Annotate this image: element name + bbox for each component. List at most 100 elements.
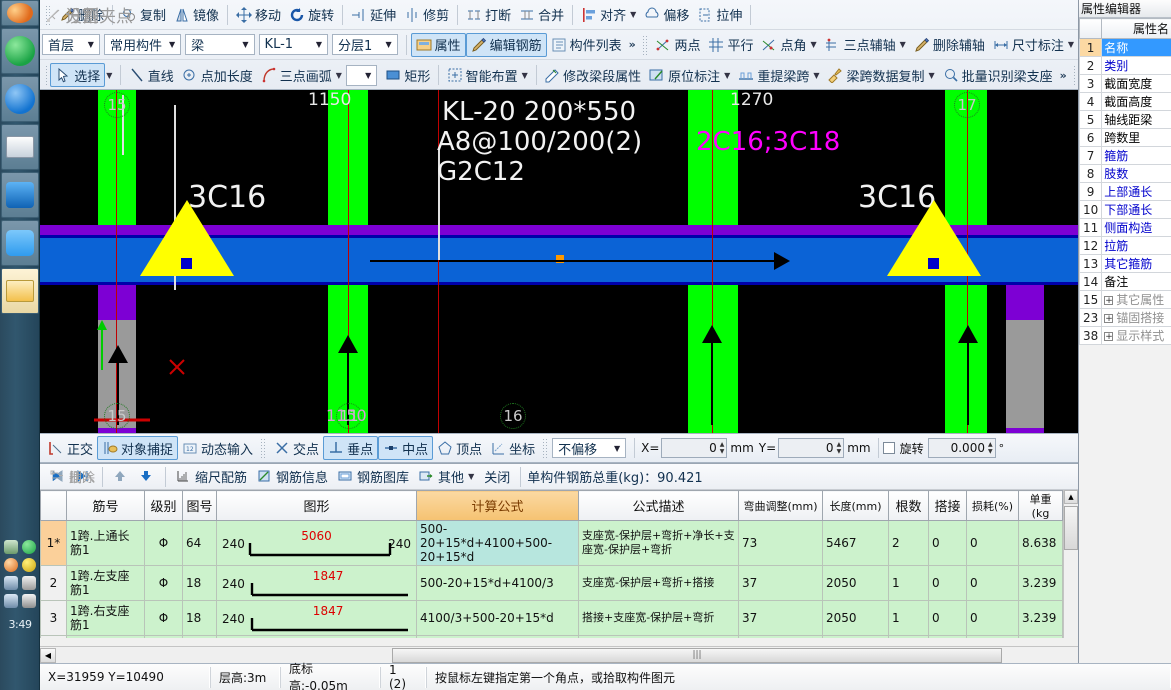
draw-empty-select[interactable]: ▼ <box>345 64 378 86</box>
tool-in-place-notation[interactable]: 原位标注 ▼ <box>645 63 734 87</box>
x-offset-input[interactable]: 0 ▲ ▼ <box>661 438 728 458</box>
table-row[interactable]: 2 1跨.左支座筋1 Φ 18 240 1847 500-20+15*d+410… <box>40 565 1063 601</box>
table-horizontal-scrollbar[interactable]: ◀ ||| <box>40 646 1078 663</box>
tool-edit-beam-segment[interactable]: 修改梁段属性 <box>540 63 645 87</box>
rebar-grade[interactable]: Φ <box>144 635 183 638</box>
rebar-grade[interactable]: Φ <box>144 565 183 601</box>
property-row[interactable]: 12 拉筋 <box>1078 236 1171 255</box>
property-name[interactable]: 截面宽度 <box>1101 74 1171 93</box>
rebar-formula[interactable]: 15*d+4100+15*d <box>416 635 579 638</box>
delete-row-button[interactable]: 删除 <box>46 466 99 488</box>
tool-smart-layout[interactable]: 智能布置 ▼ <box>443 63 532 87</box>
rebar-shape[interactable]: 4460 <box>216 635 417 638</box>
rebar-fignum[interactable]: 18 <box>182 600 217 636</box>
expand-plus-icon[interactable]: + <box>1104 296 1114 306</box>
col-shape[interactable]: 图形 <box>216 490 417 521</box>
property-name[interactable]: 备注 <box>1101 272 1171 291</box>
rebar-lap[interactable]: 0 <box>928 635 967 638</box>
tool-move[interactable]: 移动 <box>232 3 285 27</box>
toolbar-grip[interactable] <box>641 34 649 55</box>
scaled-rebar-button[interactable]: 缩尺配筋 <box>172 466 251 488</box>
property-row[interactable]: 10 下部通长 <box>1078 200 1171 219</box>
table-row[interactable]: 1* 1跨.上通长筋1 Φ 64 240 5060 240 500-20+15*… <box>40 520 1063 566</box>
rebar-length[interactable]: 5467 <box>822 520 889 566</box>
rebar-count[interactable]: 2 <box>888 635 929 638</box>
chevron-down-icon[interactable]: ▼ <box>382 40 394 49</box>
rebar-desc[interactable]: 搭接+支座宽-保护层+弯折 <box>578 600 739 636</box>
row-number[interactable]: 2 <box>40 565 67 601</box>
rebar-unitw[interactable]: 3.96 <box>1018 635 1063 638</box>
other-button[interactable]: 其他 ▼ <box>415 466 478 488</box>
property-name[interactable]: 其它箍筋 <box>1101 254 1171 273</box>
property-name[interactable]: 轴线距梁 <box>1101 110 1171 129</box>
rebar-desc[interactable]: 支座宽-保护层+弯折+净长+支座宽-保护层+弯折 <box>578 520 739 566</box>
screen-icon[interactable] <box>4 594 18 608</box>
property-group-row[interactable]: 38 + 显示样式 <box>1078 326 1171 345</box>
rebar-library-button[interactable]: 钢筋图库 <box>334 466 413 488</box>
taskbar-app-calculator[interactable] <box>0 124 39 170</box>
col-formula[interactable]: 计算公式 <box>416 490 579 521</box>
rebar-loss[interactable]: 0 <box>966 635 1019 638</box>
chevron-down-icon[interactable]: ▼ <box>1068 40 1074 49</box>
chevron-down-icon[interactable]: ▼ <box>362 71 374 80</box>
tool-parallel[interactable]: 平行 <box>704 33 757 57</box>
property-name[interactable]: 侧面构造 <box>1101 218 1171 237</box>
rebar-formula[interactable]: 500-20+15*d+4100+500-20+15*d <box>416 520 579 566</box>
property-row[interactable]: 8 肢数 <box>1078 164 1171 183</box>
toggle-dynamic-input[interactable]: 12 动态输入 <box>178 436 257 460</box>
toolbar-grip[interactable] <box>542 438 550 458</box>
rebar-bend[interactable]: (0) <box>738 635 823 638</box>
tool-batch-identify-support[interactable]: 批量识别梁支座 <box>939 63 1057 87</box>
close-button[interactable]: 关闭 <box>480 466 514 488</box>
rebar-fignum[interactable]: 64 <box>182 520 217 566</box>
property-group-name[interactable]: + 其它属性 <box>1101 290 1171 309</box>
toggle-object-snap[interactable]: 对象捕捉 <box>97 436 179 460</box>
chevron-down-icon[interactable]: ▼ <box>85 40 97 49</box>
taskbar-app-wps[interactable] <box>0 220 39 266</box>
property-group-name[interactable]: + 显示样式 <box>1101 326 1171 345</box>
tool-three-point-arc[interactable]: 三点画弧 ▼ <box>257 63 346 87</box>
property-row[interactable]: 14 备注 <box>1078 272 1171 291</box>
property-row[interactable]: 3 截面宽度 <box>1078 74 1171 93</box>
col-lap[interactable]: 搭接 <box>928 490 967 521</box>
rebar-bend[interactable]: 73 <box>738 520 823 566</box>
tool-edit-rebar[interactable]: 编辑钢筋 <box>465 32 547 57</box>
rebar-lap[interactable]: 0 <box>928 520 967 566</box>
rebar-loss[interactable]: 0 <box>966 600 1019 636</box>
tool-rotate[interactable]: 旋转 <box>285 3 338 27</box>
tool-offset[interactable]: 偏移 <box>640 3 693 27</box>
col-count[interactable]: 根数 <box>888 490 929 521</box>
rotate-stepper[interactable]: ▲ ▼ <box>988 441 993 455</box>
rebar-fignum[interactable]: 18 <box>182 565 217 601</box>
rebar-name[interactable]: 1跨.左支座筋1 <box>66 565 145 601</box>
chevron-down-icon[interactable]: ▼ <box>468 472 474 481</box>
rebar-length[interactable]: 2050 <box>822 600 889 636</box>
tool-extend[interactable]: 延伸 <box>347 3 400 27</box>
rebar-fignum[interactable]: 1 <box>182 635 217 638</box>
tool-trim[interactable]: 修剪 <box>400 3 453 27</box>
rotate-checkbox[interactable] <box>882 442 895 454</box>
axis-bubble-bottom-15[interactable]: 15 <box>104 403 130 429</box>
snap-intersection[interactable]: 交点 <box>270 436 323 460</box>
v-scroll-thumb[interactable] <box>1064 506 1078 550</box>
snap-midpoint[interactable]: 中点 <box>378 436 434 460</box>
chevron-down-icon[interactable]: ▼ <box>239 40 251 49</box>
rebar-name[interactable]: 1跨.上通长筋1 <box>66 520 145 566</box>
tool-point-length[interactable]: 点加长度 <box>178 63 257 87</box>
rebar-unitw[interactable]: 3.239 <box>1018 565 1063 601</box>
tool-align[interactable]: 对齐 ▼ <box>577 3 640 27</box>
snap-perpendicular[interactable]: 垂点 <box>323 436 379 460</box>
property-name[interactable]: 名称 <box>1101 38 1171 57</box>
rebar-grade[interactable]: Φ <box>144 520 183 566</box>
chevron-down-icon[interactable]: ▼ <box>106 71 112 80</box>
tool-stretch[interactable]: 拉伸 <box>693 3 746 27</box>
toggle-ortho[interactable]: 正交 <box>44 436 97 460</box>
chevron-down-icon[interactable]: ▼ <box>630 10 636 19</box>
rebar-lap[interactable]: 0 <box>928 600 967 636</box>
rebar-count[interactable]: 1 <box>888 565 929 601</box>
member-name-select[interactable]: KL-1 ▼ <box>258 34 328 55</box>
property-row[interactable]: 7 箍筋 <box>1078 146 1171 165</box>
axis-bubble-top-15[interactable]: 15 <box>104 92 130 118</box>
chevron-down-icon[interactable]: ▼ <box>522 71 528 80</box>
chevron-down-icon[interactable]: ▼ <box>810 40 816 49</box>
